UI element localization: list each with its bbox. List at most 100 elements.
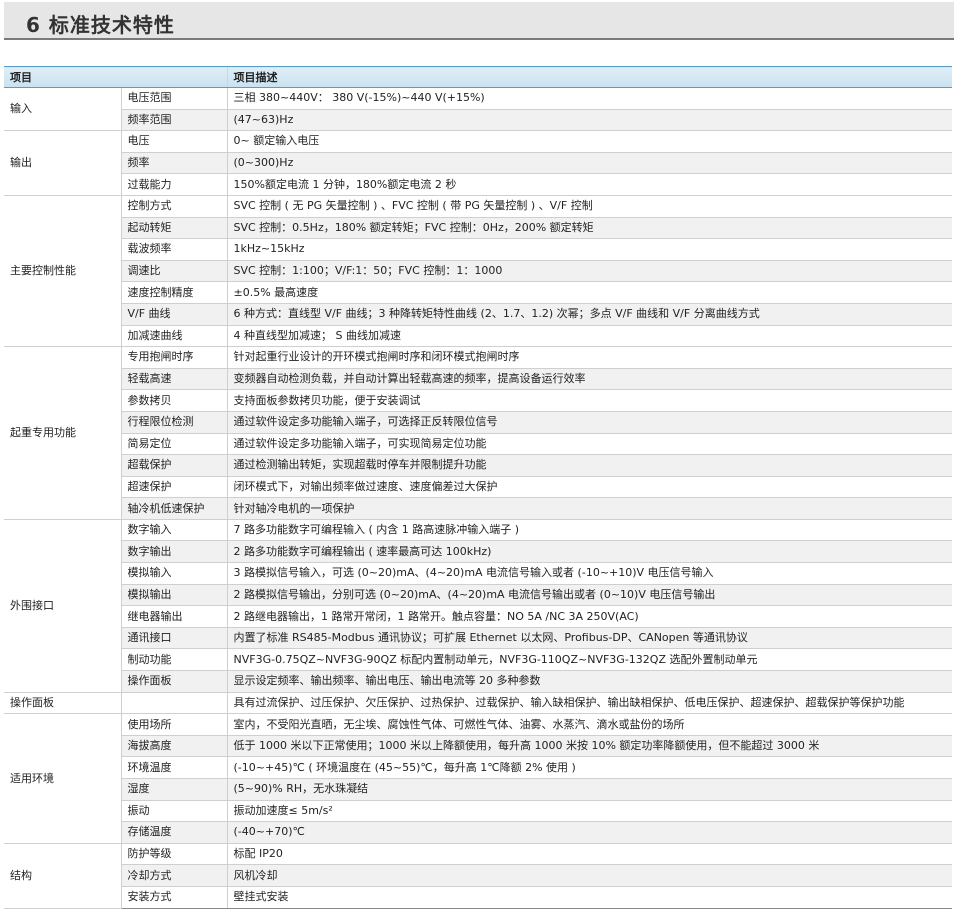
item-description: 标配 IP20	[226, 842, 952, 866]
item-description: 变频器自动检测负载，并自动计算出轻载高速的频率，提高设备运行效率	[226, 368, 952, 391]
table-row: 轴冷机低速保护 针对轴冷电机的一项保护	[4, 497, 952, 520]
table-row: 结构 防护等级 标配 IP20	[4, 842, 952, 909]
item-label: 起动转矩	[120, 217, 227, 240]
item-description: 壁挂式安装	[226, 886, 952, 909]
item-label: 超载保护	[120, 454, 227, 477]
item-description: 3 路模拟信号输入，可选 (0~20)mA、(4~20)mA 电流信号输入或者 …	[226, 562, 952, 585]
group-label: 适用环境	[4, 713, 121, 844]
item-description: 6 种方式：直线型 V/F 曲线；3 种降转矩特性曲线 (2、1.7、1.2) …	[226, 303, 952, 326]
table-header-row: 项目 项目描述	[4, 66, 952, 88]
item-label: 湿度	[120, 778, 227, 801]
item-label: V/F 曲线	[120, 303, 227, 326]
item-description: (5~90)% RH，无水珠凝结	[226, 778, 952, 801]
item-description: SVC 控制：1:100；V/F:1：50；FVC 控制：1：1000	[226, 260, 952, 283]
item-label	[120, 691, 227, 715]
item-description: 显示设定频率、输出频率、输出电压、输出电流等 20 多种参数	[226, 670, 952, 693]
item-label: 振动	[120, 800, 227, 823]
table-row: 环境温度 (-10~+45)℃ ( 环境温度在 (45~55)℃，每升高 1℃降额…	[4, 756, 952, 779]
item-description: 支持面板参数拷贝功能，便于安装调试	[226, 389, 952, 412]
item-label: 数字输入	[120, 518, 227, 542]
item-description: 0~ 额定输入电压	[226, 130, 952, 153]
header-description: 项目描述	[226, 66, 952, 88]
item-label: 超速保护	[120, 476, 227, 499]
page-title: 6 标准技术特性	[26, 13, 175, 37]
table-row: 主要控制性能 控制方式 SVC 控制 ( 无 PG 矢量控制 ) 、FVC 控制 (…	[4, 194, 952, 348]
table-row: 加减速曲线 4 种直线型加减速； S 曲线加减速	[4, 325, 952, 348]
item-description: 150%额定电流 1 分钟，180%额定电流 2 秒	[226, 173, 952, 196]
table-row: 频率 (0~300)Hz	[4, 152, 952, 175]
item-label: 数字输出	[120, 540, 227, 564]
item-description: SVC 控制：0.5Hz，180% 额定转矩；FVC 控制：0Hz，200% 额…	[226, 217, 952, 240]
group-label: 输入	[4, 86, 121, 132]
item-label: 冷却方式	[120, 864, 227, 887]
group-label: 外围接口	[4, 518, 121, 693]
item-label: 简易定位	[120, 433, 227, 456]
item-label: 调速比	[120, 260, 227, 283]
item-description: 通过软件设定多功能输入端子，可实现简易定位功能	[226, 433, 952, 456]
item-label: 操作面板	[120, 670, 227, 693]
spec-table: 项目 项目描述 输入 电压范围 三相 380~440V： 380 V(-15%)~4…	[4, 66, 952, 909]
item-label: 制动功能	[120, 648, 227, 672]
item-description: SVC 控制 ( 无 PG 矢量控制 ) 、FVC 控制 ( 带 PG 矢量控制…	[226, 194, 952, 218]
item-label: 模拟输出	[120, 584, 227, 607]
table-row: 轻载高速 变频器自动检测负载，并自动计算出轻载高速的频率，提高设备运行效率	[4, 368, 952, 391]
item-description: ±0.5% 最高速度	[226, 281, 952, 304]
table-row: 通讯接口 内置了标准 RS485-Modbus 通讯协议；可扩展 Ethernet…	[4, 627, 952, 650]
group-label: 操作面板	[4, 691, 121, 715]
item-description: 通过检测输出转矩，实现超载时停车并限制提升功能	[226, 454, 952, 477]
group-label: 输出	[4, 130, 121, 196]
table-row: 冷却方式 风机冷却	[4, 864, 952, 887]
table-row: V/F 曲线 6 种方式：直线型 V/F 曲线；3 种降转矩特性曲线 (2、1.7…	[4, 303, 952, 326]
spec-page: 6 标准技术特性 项目 项目描述 输入 电压范围 三相 380~440V： 380 …	[0, 0, 960, 918]
item-label: 频率范围	[120, 109, 227, 132]
item-description: 具有过流保护、过压保护、欠压保护、过热保护、过载保护、输入缺相保护、输出缺相保护…	[226, 691, 952, 715]
item-label: 安装方式	[120, 886, 227, 909]
table-row: 过载能力 150%额定电流 1 分钟，180%额定电流 2 秒	[4, 173, 952, 196]
item-description: (-40~+70)℃	[226, 821, 952, 844]
item-label: 过载能力	[120, 173, 227, 196]
table-row: 超速保护 闭环模式下，对输出频率做过速度、速度偏差过大保护	[4, 476, 952, 499]
table-row: 起动转矩 SVC 控制：0.5Hz，180% 额定转矩；FVC 控制：0Hz，20…	[4, 217, 952, 240]
table-row: 输出 电压 0~ 额定输入电压	[4, 130, 952, 196]
item-description: (0~300)Hz	[226, 152, 952, 175]
item-label: 速度控制精度	[120, 281, 227, 304]
table-row: 载波频率 1kHz~15kHz	[4, 238, 952, 261]
item-description: 2 路模拟信号输出，分别可选 (0~20)mA、(4~20)mA 电流信号输出或…	[226, 584, 952, 607]
table-row: 振动 振动加速度≤ 5m/s²	[4, 800, 952, 823]
item-label: 环境温度	[120, 756, 227, 779]
item-label: 继电器输出	[120, 605, 227, 628]
table-row: 简易定位 通过软件设定多功能输入端子，可实现简易定位功能	[4, 433, 952, 456]
item-description: 7 路多功能数字可编程输入 ( 内含 1 路高速脉冲输入端子 )	[226, 518, 952, 542]
table-row: 参数拷贝 支持面板参数拷贝功能，便于安装调试	[4, 389, 952, 412]
item-label: 电压	[120, 130, 227, 153]
item-description: 室内，不受阳光直晒，无尘埃、腐蚀性气体、可燃性气体、油雾、水蒸汽、滴水或盐份的场…	[226, 713, 952, 736]
table-row: 存储温度 (-40~+70)℃	[4, 821, 952, 844]
spec-table-body: 输入 电压范围 三相 380~440V： 380 V(-15%)~440 V(+15…	[4, 86, 952, 909]
item-description: 风机冷却	[226, 864, 952, 887]
table-row: 继电器输出 2 路继电器输出，1 路常开常闭，1 路常开。触点容量：NO 5A /…	[4, 605, 952, 628]
item-label: 专用抱闸时序	[120, 346, 227, 369]
table-row: 操作面板 具有过流保护、过压保护、欠压保护、过热保护、过载保护、输入缺相保护、输出…	[4, 691, 952, 715]
table-row: 模拟输出 2 路模拟信号输出，分别可选 (0~20)mA、(4~20)mA 电流信…	[4, 584, 952, 607]
table-row: 数字输出 2 路多功能数字可编程输出 ( 速率最高可达 100kHz)	[4, 540, 952, 564]
item-label: 模拟输入	[120, 562, 227, 585]
item-description: 内置了标准 RS485-Modbus 通讯协议；可扩展 Ethernet 以太网…	[226, 627, 952, 650]
item-label: 海拔高度	[120, 735, 227, 758]
table-row: 速度控制精度 ±0.5% 最高速度	[4, 281, 952, 304]
item-label: 载波频率	[120, 238, 227, 261]
item-label: 行程限位检测	[120, 411, 227, 434]
item-description: 2 路继电器输出，1 路常开常闭，1 路常开。触点容量：NO 5A /NC 3A…	[226, 605, 952, 628]
group-label: 起重专用功能	[4, 346, 121, 520]
item-label: 控制方式	[120, 194, 227, 218]
item-label: 参数拷贝	[120, 389, 227, 412]
item-description: 1kHz~15kHz	[226, 238, 952, 261]
item-description: 三相 380~440V： 380 V(-15%)~440 V(+15%)	[226, 87, 952, 110]
item-label: 加减速曲线	[120, 325, 227, 348]
item-description: 2 路多功能数字可编程输出 ( 速率最高可达 100kHz)	[226, 540, 952, 564]
table-row: 安装方式 壁挂式安装	[4, 886, 952, 909]
table-row: 模拟输入 3 路模拟信号输入，可选 (0~20)mA、(4~20)mA 电流信号输…	[4, 562, 952, 585]
item-description: 闭环模式下，对输出频率做过速度、速度偏差过大保护	[226, 476, 952, 499]
table-row: 超载保护 通过检测输出转矩，实现超载时停车并限制提升功能	[4, 454, 952, 477]
item-description: (-10~+45)℃ ( 环境温度在 (45~55)℃，每升高 1℃降额 2% …	[226, 756, 952, 779]
item-description: (47~63)Hz	[226, 109, 952, 132]
